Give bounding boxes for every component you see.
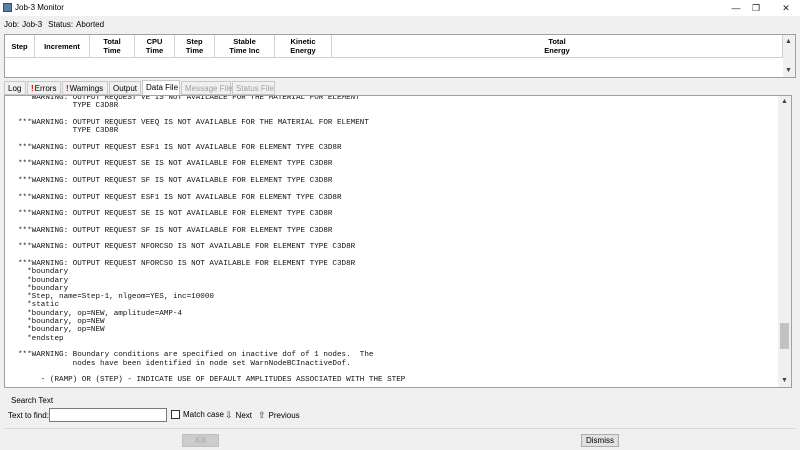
status-value: Aborted [76, 20, 105, 29]
tab-output[interactable]: Output [109, 81, 141, 95]
tab-errors-label: Errors [34, 84, 57, 93]
scroll-down-arrow-icon[interactable]: ▼ [781, 377, 788, 384]
search-group-title: Search Text [11, 396, 54, 405]
tab-status-file-label: Status File [236, 84, 274, 93]
dismiss-button[interactable]: Dismiss [581, 434, 619, 447]
match-case-label: Match case [183, 410, 224, 419]
match-case-checkbox[interactable] [171, 410, 180, 419]
column-header-cpu-time: CPU Time [135, 35, 175, 58]
column-header-stable-time-inc: Stable Time Inc [215, 35, 275, 58]
search-input[interactable] [49, 408, 167, 422]
scroll-down-arrow-icon[interactable]: ▼ [785, 67, 792, 74]
previous-button[interactable]: ⇧ Previous [258, 410, 300, 421]
column-header-step-time: Step Time [175, 35, 215, 58]
tab-log[interactable]: Log [4, 81, 26, 95]
tab-warnings[interactable]: !Warnings [62, 81, 108, 95]
kill-button: Kill [182, 434, 219, 447]
alert-icon: ! [31, 84, 34, 93]
scrollbar-thumb[interactable] [780, 323, 789, 349]
tab-status-file: Status File [232, 81, 275, 95]
tab-log-label: Log [8, 84, 22, 93]
tab-message-file: Message File [181, 81, 233, 95]
app-icon [3, 3, 12, 12]
column-header-kinetic-energy: Kinetic Energy [275, 35, 332, 58]
table-scrollbar[interactable]: ▲ ▼ [783, 35, 795, 77]
previous-label: Previous [268, 411, 300, 420]
status-label: Status: [48, 20, 74, 29]
tab-data-file[interactable]: Data File [142, 80, 180, 96]
progress-table: Step Increment Total Time CPU Time Step … [4, 34, 796, 78]
job-label: Job: [4, 20, 20, 29]
alert-icon: ! [66, 84, 69, 93]
scroll-up-arrow-icon[interactable]: ▲ [781, 98, 788, 105]
restore-button[interactable]: ❐ [743, 0, 769, 16]
window-title: Job-3 Monitor [15, 3, 64, 12]
arrow-down-icon: ⇩ [225, 410, 233, 420]
job-status-line: Job: Job-3 Status: Aborted [4, 20, 107, 29]
column-header-total-time: Total Time [90, 35, 135, 58]
search-label: Text to find: [8, 411, 49, 420]
next-button[interactable]: ⇩ Next [225, 410, 252, 421]
footer-separator [4, 428, 796, 429]
match-case-option[interactable]: Match case [171, 410, 224, 419]
job-value: Job-3 [22, 20, 43, 29]
data-file-text-area[interactable]: ***WARNING: OUTPUT REQUEST VE IS NOT AVA… [4, 95, 792, 388]
tab-output-label: Output [113, 84, 138, 93]
log-scrollbar[interactable]: ▲ ▼ [778, 96, 791, 387]
title-bar: Job-3 Monitor — ❐ ✕ [0, 0, 800, 16]
data-file-content: ***WARNING: OUTPUT REQUEST VE IS NOT AVA… [18, 95, 406, 385]
next-label: Next [235, 411, 252, 420]
arrow-up-icon: ⇧ [258, 410, 266, 420]
tab-warnings-label: Warnings [69, 84, 104, 93]
close-button[interactable]: ✕ [773, 0, 799, 16]
tab-data-file-label: Data File [146, 83, 179, 92]
column-header-increment: Increment [35, 35, 90, 58]
scroll-up-arrow-icon[interactable]: ▲ [785, 38, 792, 45]
column-header-step: Step [5, 35, 35, 58]
tab-message-file-label: Message File [185, 84, 233, 93]
column-header-total-energy: Total Energy [332, 35, 783, 58]
tab-errors[interactable]: !Errors [27, 81, 61, 95]
